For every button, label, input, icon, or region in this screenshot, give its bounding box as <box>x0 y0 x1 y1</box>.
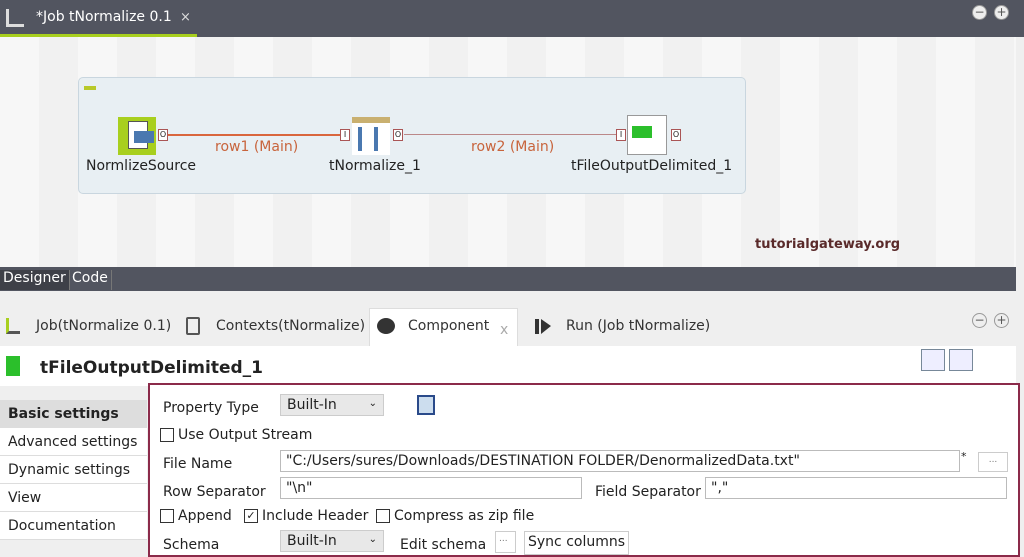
save-icon[interactable] <box>417 395 435 415</box>
row2-label[interactable]: row2 (Main) <box>471 139 554 155</box>
settings-sidebar: Basic settings Advanced settings Dynamic… <box>0 400 147 540</box>
file-name-input[interactable]: "C:/Users/sures/Downloads/DESTINATION FO… <box>280 450 960 472</box>
component-label[interactable]: tNormalize_1 <box>329 158 421 174</box>
edit-schema-button[interactable]: ... <box>495 531 516 553</box>
file-input-component-icon[interactable] <box>118 117 156 155</box>
chevron-down-icon: ⌄ <box>368 534 377 545</box>
file-output-icon <box>6 356 28 376</box>
property-type-label: Property Type <box>163 400 259 416</box>
subjob-collapse-icon[interactable] <box>84 86 96 90</box>
browse-button[interactable]: ... <box>978 452 1008 472</box>
job-editor-tab[interactable]: *Job tNormalize 0.1 × <box>0 0 197 37</box>
tab-code[interactable]: Code <box>69 270 112 290</box>
input-port[interactable]: I <box>340 129 350 141</box>
schema-label: Schema <box>163 537 220 553</box>
component-label[interactable]: tFileOutputDelimited_1 <box>571 158 732 174</box>
schema-select[interactable]: Built-In ⌄ <box>280 530 384 552</box>
tab-designer[interactable]: Designer <box>0 270 70 290</box>
palette-icon <box>377 318 395 334</box>
close-icon[interactable]: x <box>500 322 508 338</box>
minimize-icon[interactable]: − <box>972 313 987 328</box>
row-separator-label: Row Separator <box>163 484 266 500</box>
field-separator-label: Field Separator <box>595 484 701 500</box>
component-header: tFileOutputDelimited_1 <box>0 346 1016 386</box>
tab-component[interactable]: Component <box>408 318 489 334</box>
required-marker: * <box>961 450 967 463</box>
include-header-checkbox[interactable]: ✓ <box>244 509 258 523</box>
watermark: tutorialgateway.org <box>755 237 901 252</box>
component-label[interactable]: NormlizeSource <box>86 158 196 174</box>
close-icon[interactable]: × <box>180 10 191 25</box>
property-type-select[interactable]: Built-In ⌄ <box>280 394 384 416</box>
tab-title: *Job tNormalize 0.1 <box>36 9 172 25</box>
minimize-icon[interactable]: − <box>972 5 987 20</box>
file-output-component-icon[interactable] <box>627 115 667 155</box>
output-port[interactable]: O <box>393 129 403 141</box>
run-arrow-icon <box>541 319 551 334</box>
designer-tab-bar <box>0 267 1016 291</box>
compress-label: Compress as zip file <box>394 508 535 524</box>
append-label: Append <box>178 508 232 524</box>
sidebar-item-basic-settings[interactable]: Basic settings <box>0 400 147 428</box>
compress-checkbox[interactable] <box>376 509 390 523</box>
property-type-value: Built-In <box>287 397 337 413</box>
clipboard-icon <box>186 317 200 335</box>
sidebar-item-documentation[interactable]: Documentation <box>0 512 147 540</box>
use-output-stream-checkbox[interactable] <box>160 428 174 442</box>
sidebar-item-view[interactable]: View <box>0 484 147 512</box>
field-separator-input[interactable]: "," <box>705 477 1007 499</box>
tab-run[interactable]: Run (Job tNormalize) <box>566 318 710 334</box>
layout-grid-icon[interactable] <box>921 349 945 371</box>
basic-settings-form: Property Type Built-In ⌄ Use Output Strea… <box>148 383 1020 557</box>
output-port[interactable]: O <box>671 129 681 141</box>
row1-label[interactable]: row1 (Main) <box>215 139 298 155</box>
connection-row2[interactable] <box>404 134 616 135</box>
connection-row1[interactable] <box>168 134 340 136</box>
job-icon <box>6 318 20 334</box>
run-icon <box>535 319 539 334</box>
edit-schema-label: Edit schema <box>400 537 487 553</box>
row-separator-input[interactable]: "\n" <box>280 477 582 499</box>
include-header-label: Include Header <box>262 508 369 524</box>
component-title: tFileOutputDelimited_1 <box>40 358 263 378</box>
sync-columns-button[interactable]: Sync columns <box>524 531 630 555</box>
sidebar-item-dynamic-settings[interactable]: Dynamic settings <box>0 456 147 484</box>
chevron-down-icon: ⌄ <box>368 398 377 409</box>
maximize-icon[interactable]: + <box>994 5 1009 20</box>
tab-job[interactable]: Job(tNormalize 0.1) <box>36 318 171 334</box>
schema-value: Built-In <box>287 533 337 549</box>
file-name-label: File Name <box>163 456 233 472</box>
output-port[interactable]: O <box>158 129 168 141</box>
normalize-component-icon[interactable] <box>352 117 390 155</box>
tab-contexts[interactable]: Contexts(tNormalize) <box>216 318 365 334</box>
job-icon <box>6 9 24 27</box>
maximize-icon[interactable]: + <box>994 313 1009 328</box>
layout-rows-icon[interactable] <box>949 349 973 371</box>
input-port[interactable]: I <box>616 129 626 141</box>
sidebar-item-advanced-settings[interactable]: Advanced settings <box>0 428 147 456</box>
use-output-stream-label: Use Output Stream <box>178 427 313 443</box>
append-checkbox[interactable] <box>160 509 174 523</box>
